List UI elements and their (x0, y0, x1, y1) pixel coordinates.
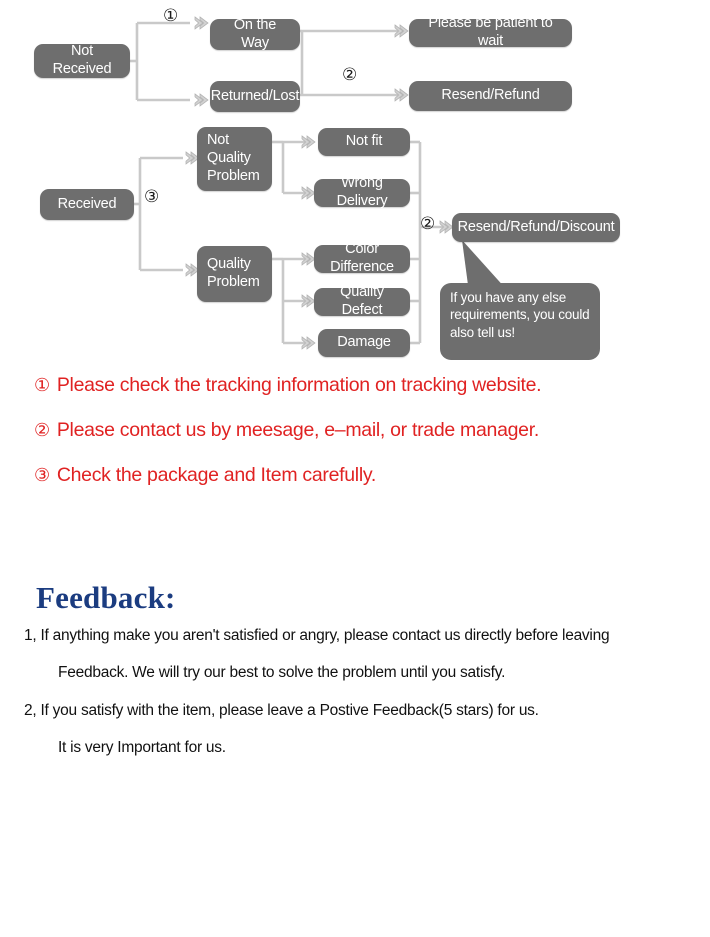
node-label: Resend/Refund (441, 87, 540, 104)
marker-3: ③ (144, 189, 159, 206)
node-on-the-way[interactable]: On the Way (210, 16, 300, 51)
node-not-quality-problem[interactable]: Not Quality Problem (197, 127, 272, 191)
node-color-difference[interactable]: Color Difference (314, 241, 410, 275)
node-damage[interactable]: Damage (318, 329, 410, 357)
node-label: Received (57, 195, 117, 212)
callout-text: If you have any else requirements, you c… (450, 290, 590, 340)
note-text: Please contact us by meesage, e–mail, or… (56, 419, 539, 441)
flowchart: Not Received On the Way Returned/Lost Pl… (0, 0, 710, 370)
node-label: Returned/Lost (210, 87, 300, 104)
note-number: ① (34, 375, 50, 396)
node-not-fit[interactable]: Not fit (318, 128, 410, 156)
node-label: Not fit (345, 133, 383, 150)
feedback-section: Feedback: 1, If anything make you aren't… (0, 580, 710, 776)
marker-glyph: ② (420, 214, 436, 234)
marker-2-top: ② (342, 67, 357, 84)
feedback-line: 2, If you satisfy with the item, please … (24, 701, 539, 719)
node-label: Resend/Refund/Discount (457, 218, 615, 235)
note-number: ③ (34, 465, 50, 486)
note-item: ③ Check the package and Item carefully. (0, 464, 710, 487)
node-label: Quality Problem (207, 256, 260, 290)
node-label: Not Received (52, 43, 112, 77)
marker-1: ① (163, 8, 178, 25)
node-resend-refund-discount[interactable]: Resend/Refund/Discount (452, 213, 620, 242)
marker-2-bottom: ② (420, 216, 435, 233)
node-received[interactable]: Received (40, 189, 134, 220)
node-label: Wrong Delivery (336, 175, 388, 209)
node-quality-defect[interactable]: Quality Defect (314, 284, 410, 318)
feedback-line: 1, If anything make you aren't satisfied… (24, 627, 610, 644)
feedback-heading: Feedback: (36, 580, 176, 615)
note-text: Please check the tracking information on… (56, 374, 542, 396)
note-item: ② Please contact us by meesage, e–mail, … (0, 419, 710, 442)
node-resend-refund[interactable]: Resend/Refund (409, 81, 572, 111)
note-number: ② (34, 420, 50, 441)
node-label: Please be patient to wait (428, 15, 553, 49)
node-returned-lost[interactable]: Returned/Lost (210, 81, 300, 112)
node-not-received[interactable]: Not Received (34, 43, 130, 78)
node-quality-problem[interactable]: Quality Problem (197, 246, 272, 302)
numbered-notes: ① Please check the tracking information … (0, 374, 710, 509)
node-label: Quality Defect (340, 284, 384, 318)
node-wrong-delivery[interactable]: Wrong Delivery (314, 175, 410, 209)
node-label: Color Difference (330, 241, 394, 275)
node-please-be-patient[interactable]: Please be patient to wait (409, 15, 572, 49)
callout-bubble: If you have any else requirements, you c… (440, 283, 600, 360)
marker-glyph: ③ (144, 187, 160, 207)
node-label: Damage (337, 334, 391, 351)
node-label: On the Way (233, 16, 277, 51)
feedback-line: Feedback. We will try our best to solve … (58, 664, 506, 682)
feedback-line: It is very Important for us. (58, 739, 226, 757)
node-label: Not Quality Problem (207, 132, 260, 184)
marker-glyph: ① (163, 6, 179, 26)
note-text: Check the package and Item carefully. (56, 464, 376, 486)
note-item: ① Please check the tracking information … (0, 374, 710, 397)
marker-glyph: ② (342, 65, 358, 85)
